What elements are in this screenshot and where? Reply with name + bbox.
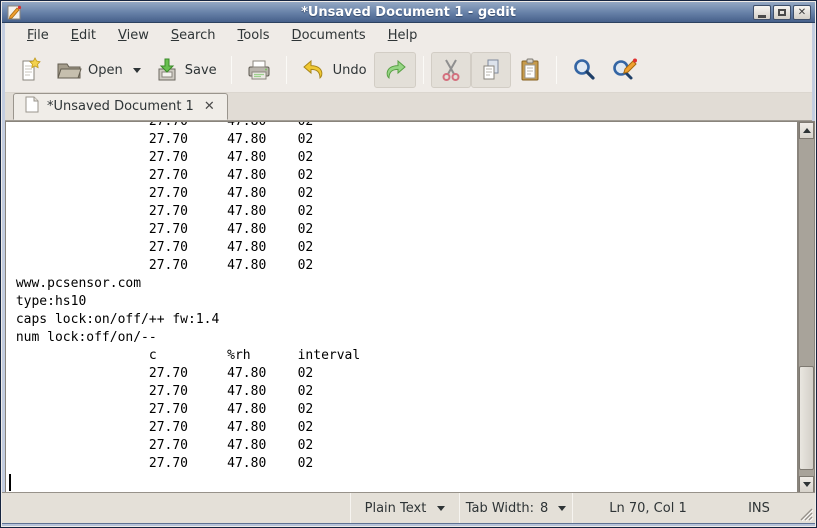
copy-button[interactable] — [470, 52, 511, 88]
paste-button[interactable] — [511, 52, 549, 88]
open-folder-icon — [56, 58, 82, 82]
menu-file[interactable]: File — [16, 25, 60, 46]
scroll-down-button[interactable] — [799, 476, 814, 493]
tab-width-value: 8 — [540, 500, 549, 516]
scroll-down-icon — [802, 482, 811, 487]
tabbar: *Unsaved Document 1 ✕ — [5, 93, 812, 121]
document-icon — [24, 96, 39, 117]
menu-help[interactable]: Help — [377, 25, 429, 46]
scrollbar-thumb[interactable] — [799, 366, 814, 470]
close-button[interactable]: ✕ — [793, 5, 811, 20]
toolbar-separator — [422, 56, 424, 84]
tab-unsaved-document[interactable]: *Unsaved Document 1 ✕ — [13, 93, 228, 120]
scroll-up-button[interactable] — [799, 122, 814, 139]
text-editor-area[interactable]: 27.70 47.80 02 27.70 47.80 02 27.70 47.8… — [5, 121, 798, 494]
find-icon — [571, 57, 597, 83]
insert-mode-label: INS — [748, 500, 770, 516]
scroll-up-icon — [802, 128, 811, 133]
menu-search[interactable]: Search — [160, 25, 227, 46]
toolbar: Open Save Undo — [5, 48, 812, 93]
new-document-icon — [18, 57, 42, 83]
window-title: *Unsaved Document 1 - gedit — [301, 5, 516, 20]
redo-icon — [382, 58, 408, 82]
tab-width-dropdown-arrow-icon — [558, 505, 567, 511]
open-button-label: Open — [88, 62, 123, 78]
menu-documents[interactable]: Documents — [281, 25, 377, 46]
resize-grip[interactable] — [795, 493, 815, 523]
undo-button[interactable]: Undo — [294, 52, 374, 88]
tab-label: *Unsaved Document 1 — [47, 99, 194, 114]
resize-grip-icon — [800, 508, 813, 521]
titlebar[interactable]: *Unsaved Document 1 - gedit ✕ — [2, 2, 815, 23]
toolbar-separator — [230, 56, 232, 84]
replace-button[interactable] — [604, 52, 646, 88]
open-button[interactable]: Open — [49, 52, 148, 88]
menu-tools[interactable]: Tools — [227, 25, 281, 46]
tab-close-icon[interactable]: ✕ — [202, 100, 217, 113]
redo-button[interactable] — [373, 52, 416, 88]
open-dropdown-arrow-icon — [132, 67, 141, 73]
gedit-window: *Unsaved Document 1 - gedit ✕ File Edit … — [0, 0, 817, 528]
minimize-icon — [758, 14, 766, 18]
print-icon — [246, 58, 272, 82]
minimize-button[interactable] — [753, 5, 771, 20]
text-caret — [9, 474, 11, 491]
tab-width-label: Tab Width: — [465, 500, 534, 516]
copy-icon — [479, 57, 503, 83]
text-content: 27.70 47.80 02 27.70 47.80 02 27.70 47.8… — [15, 121, 361, 471]
save-button-label: Save — [184, 62, 217, 78]
new-document-button[interactable] — [11, 52, 49, 88]
tab-width-selector[interactable]: Tab Width: 8 — [460, 493, 572, 523]
statusbar-message-area — [2, 493, 350, 523]
menu-edit[interactable]: Edit — [60, 25, 107, 46]
print-button[interactable] — [239, 52, 279, 88]
find-button[interactable] — [564, 52, 604, 88]
cut-button[interactable] — [430, 52, 471, 88]
toolbar-separator — [285, 56, 287, 84]
menu-view[interactable]: View — [107, 25, 160, 46]
toolbar-separator — [555, 56, 557, 84]
cut-icon — [439, 57, 463, 83]
undo-button-label: Undo — [332, 62, 367, 78]
menubar: File Edit View Search Tools Documents He… — [5, 23, 812, 48]
paste-icon — [518, 57, 542, 83]
language-selector[interactable]: Plain Text — [351, 493, 459, 523]
save-button[interactable]: Save — [148, 52, 224, 88]
window-frame-bottom — [2, 523, 815, 526]
statusbar: Plain Text Tab Width: 8 Ln 70, Col 1 INS — [2, 492, 815, 523]
language-selector-label: Plain Text — [364, 500, 427, 516]
save-icon — [155, 57, 179, 83]
vertical-scrollbar[interactable] — [798, 121, 815, 494]
cursor-position-label: Ln 70, Col 1 — [609, 500, 687, 516]
maximize-button[interactable] — [773, 5, 791, 20]
close-icon: ✕ — [797, 6, 807, 18]
maximize-icon — [778, 9, 786, 16]
replace-icon — [611, 57, 639, 83]
language-dropdown-arrow-icon — [437, 505, 446, 511]
undo-icon — [301, 58, 327, 82]
